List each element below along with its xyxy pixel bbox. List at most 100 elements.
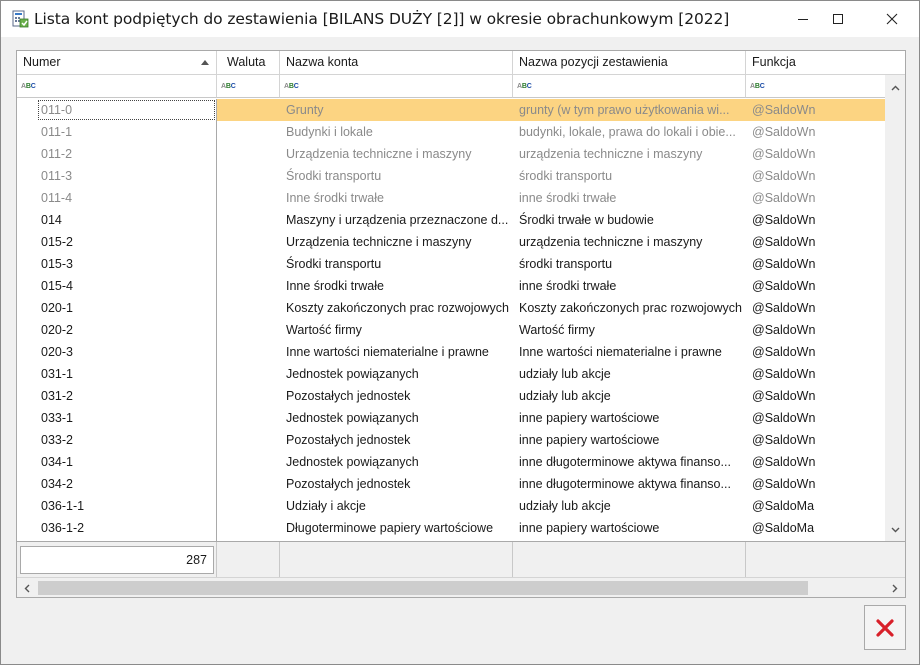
cell-nazwa-konta[interactable]: Inne środki trwałe [280, 187, 513, 209]
cell-nazwa-pozycji[interactable]: urządzenia techniczne i maszyny [513, 231, 746, 253]
cell-nazwa-pozycji[interactable]: Wartość firmy [513, 319, 746, 341]
cell-funkcja[interactable]: @SaldoWn [746, 385, 885, 407]
cell-waluta[interactable] [217, 143, 280, 165]
scroll-down-button[interactable] [885, 521, 905, 538]
scroll-left-button[interactable] [17, 578, 37, 597]
cell-waluta[interactable] [217, 297, 280, 319]
cell-waluta[interactable] [217, 319, 280, 341]
cell-numer[interactable]: 020-2 [17, 319, 217, 341]
cell-nazwa-pozycji[interactable]: urządzenia techniczne i maszyny [513, 143, 746, 165]
filter-cell-numer[interactable]: ABC [17, 75, 217, 98]
cell-nazwa-konta[interactable]: Pozostałych jednostek [280, 385, 513, 407]
table-row[interactable]: 015-3 Środki transportu środki transportu @… [17, 253, 885, 275]
cell-nazwa-pozycji[interactable]: Środki trwałe w budowie [513, 209, 746, 231]
cell-funkcja[interactable]: @SaldoWn [746, 297, 885, 319]
column-header-nazwa-konta[interactable]: Nazwa konta [280, 51, 513, 75]
cell-funkcja[interactable]: @SaldoMa [746, 495, 885, 517]
table-row[interactable]: 020-3 Inne wartości niematerialne i prawn… [17, 341, 885, 363]
cell-waluta[interactable] [217, 253, 280, 275]
cell-waluta[interactable] [217, 275, 280, 297]
cell-nazwa-pozycji[interactable]: Inne wartości niematerialne i prawne [513, 341, 746, 363]
cell-funkcja[interactable]: @SaldoWn [746, 275, 885, 297]
scroll-right-button[interactable] [885, 578, 905, 597]
cell-numer[interactable]: 036-1-1 [17, 495, 217, 517]
cell-funkcja[interactable]: @SaldoWn [746, 209, 885, 231]
cell-waluta[interactable] [217, 407, 280, 429]
cell-nazwa-pozycji[interactable]: inne środki trwałe [513, 275, 746, 297]
cell-numer[interactable]: 031-1 [17, 363, 217, 385]
filter-cell-nazwa-konta[interactable]: ABC [280, 75, 513, 98]
cell-waluta[interactable] [217, 363, 280, 385]
cell-waluta[interactable] [217, 341, 280, 363]
column-header-waluta[interactable]: Waluta [217, 51, 280, 75]
cell-funkcja[interactable]: @SaldoWn [746, 231, 885, 253]
cell-funkcja[interactable]: @SaldoWn [746, 473, 885, 495]
cell-numer[interactable]: 033-2 [17, 429, 217, 451]
table-row[interactable]: 020-2 Wartość firmy Wartość firmy @SaldoWn [17, 319, 885, 341]
cell-numer[interactable]: 011-0 [17, 99, 217, 121]
cell-numer[interactable]: 034-2 [17, 473, 217, 495]
cell-numer[interactable]: 031-2 [17, 385, 217, 407]
cell-funkcja[interactable]: @SaldoWn [746, 165, 885, 187]
cell-nazwa-konta[interactable]: Udziały i akcje [280, 495, 513, 517]
table-row[interactable]: 011-4 Inne środki trwałe inne środki trwał… [17, 187, 885, 209]
cell-numer[interactable]: 011-3 [17, 165, 217, 187]
table-row[interactable]: 034-2 Pozostałych jednostek inne długoterm… [17, 473, 885, 495]
cell-funkcja[interactable]: @SaldoMa [746, 517, 885, 539]
cell-funkcja[interactable]: @SaldoWn [746, 187, 885, 209]
horizontal-scroll-thumb[interactable] [38, 581, 808, 595]
cell-nazwa-konta[interactable]: Jednostek powiązanych [280, 451, 513, 473]
cell-nazwa-pozycji[interactable]: środki transportu [513, 165, 746, 187]
cell-waluta[interactable] [217, 473, 280, 495]
cell-waluta[interactable] [217, 165, 280, 187]
cell-numer[interactable]: 020-1 [17, 297, 217, 319]
cell-funkcja[interactable]: @SaldoWn [746, 341, 885, 363]
cell-funkcja[interactable]: @SaldoWn [746, 99, 885, 121]
table-row[interactable]: 036-1-2 Długoterminowe papiery wartościow… [17, 517, 885, 539]
accounts-grid[interactable]: Numer Waluta Nazwa konta Nazwa pozycji z… [16, 50, 906, 598]
cell-nazwa-pozycji[interactable]: środki transportu [513, 253, 746, 275]
cell-nazwa-pozycji[interactable]: inne długoterminowe aktywa finanso... [513, 473, 746, 495]
cell-funkcja[interactable]: @SaldoWn [746, 451, 885, 473]
window-close-button[interactable] [869, 1, 915, 37]
cell-nazwa-konta[interactable]: Maszyny i urządzenia przeznaczone d... [280, 209, 513, 231]
cell-funkcja[interactable]: @SaldoWn [746, 407, 885, 429]
close-dialog-button[interactable] [864, 605, 906, 650]
filter-cell-nazwa-pozycji[interactable]: ABC [513, 75, 746, 98]
column-header-numer[interactable]: Numer [17, 51, 217, 75]
cell-nazwa-pozycji[interactable]: budynki, lokale, prawa do lokali i obie.… [513, 121, 746, 143]
cell-nazwa-pozycji[interactable]: inne papiery wartościowe [513, 407, 746, 429]
cell-nazwa-konta[interactable]: Pozostałych jednostek [280, 473, 513, 495]
filter-cell-funkcja[interactable]: ABC [746, 75, 885, 98]
cell-funkcja[interactable]: @SaldoWn [746, 143, 885, 165]
table-row[interactable]: 031-2 Pozostałych jednostek udziały lub ak… [17, 385, 885, 407]
table-row[interactable]: 033-1 Jednostek powiązanych inne papiery w… [17, 407, 885, 429]
cell-waluta[interactable] [217, 121, 280, 143]
table-row[interactable]: 031-1 Jednostek powiązanych udziały lub ak… [17, 363, 885, 385]
cell-nazwa-konta[interactable]: Pozostałych jednostek [280, 429, 513, 451]
cell-numer[interactable]: 036-1-2 [17, 517, 217, 539]
cell-nazwa-pozycji[interactable]: udziały lub akcje [513, 363, 746, 385]
cell-nazwa-pozycji[interactable]: udziały lub akcje [513, 495, 746, 517]
cell-nazwa-pozycji[interactable]: inne papiery wartościowe [513, 429, 746, 451]
cell-nazwa-pozycji[interactable]: grunty (w tym prawo użytkowania wi... [513, 99, 746, 121]
cell-nazwa-konta[interactable]: Środki transportu [280, 165, 513, 187]
table-row[interactable]: 011-0 Grunty grunty (w tym prawo użytkowan… [17, 99, 885, 121]
cell-numer[interactable]: 034-1 [17, 451, 217, 473]
column-header-nazwa-pozycji[interactable]: Nazwa pozycji zestawienia [513, 51, 746, 75]
cell-nazwa-pozycji[interactable]: Koszty zakończonych prac rozwojowych [513, 297, 746, 319]
cell-nazwa-konta[interactable]: Wartość firmy [280, 319, 513, 341]
table-row[interactable]: 014 Maszyny i urządzenia przeznaczone d..… [17, 209, 885, 231]
cell-waluta[interactable] [217, 187, 280, 209]
cell-waluta[interactable] [217, 517, 280, 539]
cell-nazwa-konta[interactable]: Długoterminowe papiery wartościowe [280, 517, 513, 539]
table-row[interactable]: 015-4 Inne środki trwałe inne środki trwał… [17, 275, 885, 297]
cell-numer[interactable]: 015-4 [17, 275, 217, 297]
cell-waluta[interactable] [217, 451, 280, 473]
cell-nazwa-konta[interactable]: Budynki i lokale [280, 121, 513, 143]
filter-cell-waluta[interactable]: ABC [217, 75, 280, 98]
cell-waluta[interactable] [217, 429, 280, 451]
table-row[interactable]: 033-2 Pozostałych jednostek inne papiery w… [17, 429, 885, 451]
cell-nazwa-konta[interactable]: Koszty zakończonych prac rozwojowych [280, 297, 513, 319]
vertical-scrollbar[interactable] [885, 75, 905, 541]
